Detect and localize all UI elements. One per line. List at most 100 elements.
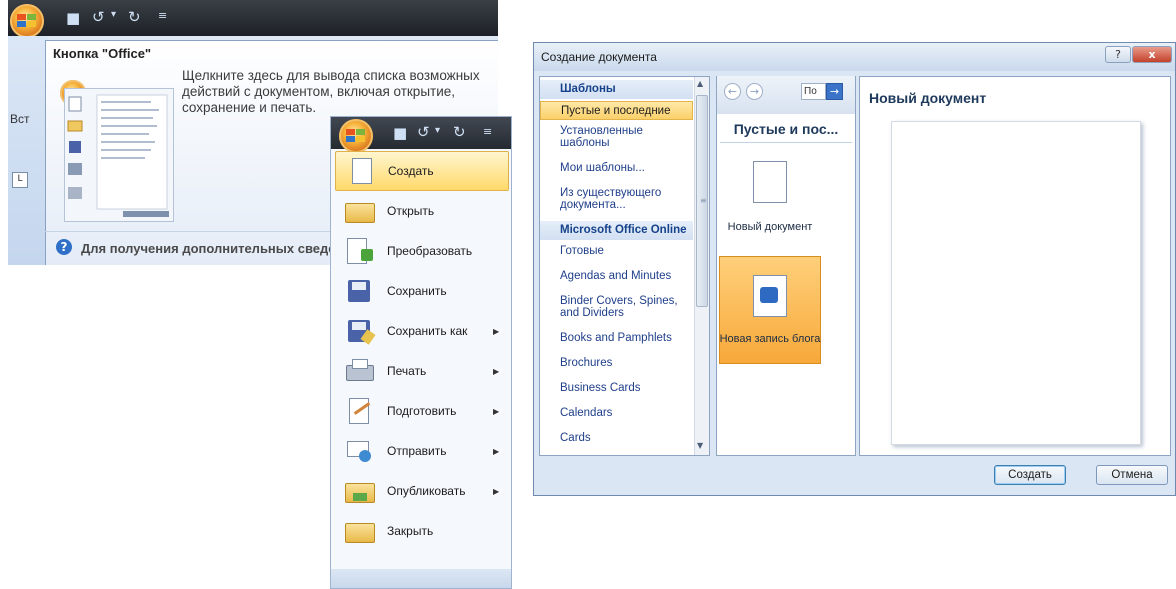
menu-item-label: Печать — [387, 364, 427, 378]
new-document-dialog: Создание документа ? x Шаблоны Пустые и п… — [533, 42, 1176, 496]
tooltip-title: Кнопка "Office" — [53, 46, 152, 61]
chevron-down-icon[interactable]: ▾ — [111, 9, 116, 20]
convert-icon — [343, 237, 377, 265]
office-button[interactable] — [10, 4, 44, 38]
category-item[interactable]: Пустые и последние — [540, 101, 693, 120]
publish-icon — [343, 477, 377, 505]
save-icon[interactable]: ■ — [393, 124, 407, 142]
scrollbar-thumb[interactable]: ≡ — [696, 95, 708, 307]
scroll-up-icon[interactable]: ▲ — [697, 79, 703, 88]
menu-items: Создать Открыть Преобразовать Сохранить Сохр… — [331, 149, 511, 569]
document-preview — [891, 121, 1141, 445]
categories-scrollbar[interactable]: ▲ ≡ ▼ — [694, 77, 709, 455]
category-item[interactable]: Из существующего документа... — [540, 184, 693, 211]
category-item[interactable]: Установленные шаблоны — [540, 122, 693, 149]
customize-toolbar-icon[interactable]: ≡ — [483, 125, 492, 138]
category-item[interactable]: Мои шаблоны... — [540, 159, 693, 174]
menu-footer — [331, 569, 511, 588]
menu-item-label: Сохранить как — [387, 324, 468, 338]
scroll-down-icon[interactable]: ▼ — [697, 441, 703, 450]
undo-icon[interactable]: ↺ — [417, 123, 430, 141]
preview-title: Новый документ — [869, 90, 987, 106]
submenu-arrow-icon: ▶ — [493, 326, 500, 336]
category-item[interactable]: Business Cards — [540, 379, 693, 394]
save-icon — [343, 277, 377, 305]
menu-item-4[interactable]: Сохранить — [335, 271, 509, 311]
category-item[interactable]: Brochures — [540, 354, 693, 369]
search-go-button[interactable]: → — [826, 83, 843, 100]
menu-item-label: Создать — [388, 164, 434, 178]
menu-item-label: Открыть — [387, 204, 435, 218]
menu-item-label: Закрыть — [387, 524, 434, 538]
office-button[interactable] — [339, 119, 373, 153]
office-logo-icon — [17, 14, 36, 27]
menu-preview-image — [64, 88, 174, 222]
menu-item-label: Подготовить — [387, 404, 457, 418]
redo-icon[interactable]: ↻ — [128, 8, 141, 26]
tooltip-description: Щелкните здесь для вывода списка возможн… — [182, 68, 480, 115]
grip-icon: ≡ — [700, 196, 707, 205]
category-item[interactable]: Binder Covers, Spines, and Dividers — [540, 292, 693, 319]
menu-item-8[interactable]: Отправить ▶ — [335, 431, 509, 471]
prepare-icon — [343, 397, 377, 425]
template-label: Новая запись блога — [719, 333, 821, 345]
category-item[interactable]: Cards — [540, 429, 693, 444]
help-button[interactable]: ? — [1105, 46, 1131, 63]
menu-item-label: Опубликовать — [387, 484, 466, 498]
blank-document-icon — [753, 161, 787, 203]
menu-item-5[interactable]: Сохранить как ▶ — [335, 311, 509, 351]
pane-divider — [720, 142, 852, 143]
office-menu: ■ ↺ ▾ ↻ ≡ Создать Открыть Преобразовать Сох… — [330, 116, 512, 589]
template-categories-pane: Шаблоны Пустые и последние Установленные ш… — [539, 76, 710, 456]
menu-item-2[interactable]: Открыть — [335, 191, 509, 231]
menu-header: ■ ↺ ▾ ↻ ≡ — [331, 117, 511, 153]
category-item[interactable]: Готовые — [540, 242, 693, 257]
submenu-arrow-icon: ▶ — [493, 486, 500, 496]
menu-item-6[interactable]: Печать ▶ — [335, 351, 509, 391]
submenu-arrow-icon: ▶ — [493, 366, 500, 376]
tooltip-footer-text: Для получения дополнительных сведени — [81, 241, 352, 256]
tab-stop-icon[interactable]: L — [12, 172, 28, 188]
menu-item-3[interactable]: Преобразовать — [335, 231, 509, 271]
close-folder-icon — [343, 517, 377, 545]
new-document-icon — [344, 157, 378, 185]
category-item[interactable]: Agendas and Minutes — [540, 267, 693, 282]
category-item[interactable]: Books and Pamphlets — [540, 329, 693, 344]
send-icon — [343, 437, 377, 465]
quick-access-toolbar: ■ ↺ ▾ ↻ ≡ — [8, 0, 498, 38]
category-header: Microsoft Office Online — [540, 221, 693, 240]
create-button[interactable]: Создать — [994, 465, 1066, 485]
menu-item-1[interactable]: Создать — [335, 151, 509, 191]
menu-item-7[interactable]: Подготовить ▶ — [335, 391, 509, 431]
cancel-button[interactable]: Отмена — [1096, 465, 1168, 485]
undo-icon[interactable]: ↺ — [92, 8, 105, 26]
back-arrow-icon[interactable]: ← — [724, 83, 741, 100]
menu-item-9[interactable]: Опубликовать ▶ — [335, 471, 509, 511]
menu-item-label: Преобразовать — [387, 244, 473, 258]
ribbon-fragment: Вст L — [8, 36, 48, 265]
category-item[interactable]: Calendars — [540, 404, 693, 419]
template-label: Новый документ — [727, 221, 813, 233]
customize-toolbar-icon[interactable]: ≡ — [158, 9, 167, 22]
category-header: Шаблоны — [540, 80, 693, 99]
redo-icon[interactable]: ↻ — [453, 123, 466, 141]
menu-item-label: Отправить — [387, 444, 447, 458]
chevron-down-icon[interactable]: ▾ — [435, 125, 440, 136]
submenu-arrow-icon: ▶ — [493, 406, 500, 416]
submenu-arrow-icon: ▶ — [493, 446, 500, 456]
category-item[interactable]: Certificates. Charts. — [540, 454, 693, 455]
save-icon[interactable]: ■ — [66, 9, 80, 27]
blog-icon — [760, 287, 778, 303]
ribbon-label: Вст — [10, 112, 30, 126]
help-icon[interactable]: ? — [56, 239, 72, 255]
template-search-input[interactable]: По — [801, 83, 826, 100]
open-folder-icon — [343, 197, 377, 225]
office-logo-icon — [346, 129, 365, 142]
save-as-icon — [343, 317, 377, 345]
print-icon — [343, 357, 377, 385]
forward-arrow-icon[interactable]: → — [746, 83, 763, 100]
templates-pane-title: Пустые и пос... — [733, 121, 839, 137]
menu-item-label: Сохранить — [387, 284, 447, 298]
close-button[interactable]: x — [1132, 46, 1172, 63]
menu-item-10[interactable]: Закрыть — [335, 511, 509, 551]
